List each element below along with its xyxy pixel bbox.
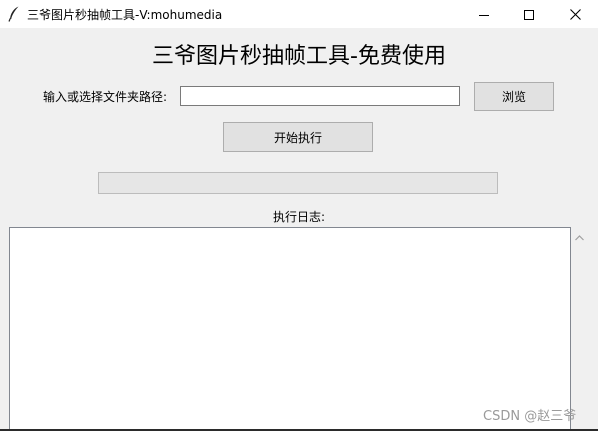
- window-title: 三爷图片秒抽帧工具-V:mohumedia: [27, 8, 223, 22]
- feather-icon: [8, 6, 20, 22]
- maximize-icon: [524, 5, 534, 24]
- log-textarea[interactable]: [9, 227, 571, 431]
- watermark: CSDN @赵三爷: [483, 409, 577, 424]
- page-title: 三爷图片秒抽帧工具-免费使用: [152, 44, 446, 69]
- minimize-icon: [479, 5, 489, 24]
- minimize-button[interactable]: [461, 0, 507, 28]
- app-window: 三爷图片秒抽帧工具-V:mohumedia 三爷图片秒抽帧工具-免费使用 输入或…: [0, 0, 598, 431]
- close-button[interactable]: [552, 0, 598, 28]
- folder-path-input[interactable]: [180, 86, 460, 106]
- start-button[interactable]: 开始执行: [223, 122, 373, 152]
- maximize-button[interactable]: [506, 0, 552, 28]
- log-label: 执行日志:: [272, 210, 326, 224]
- scroll-up-button[interactable]: [571, 227, 588, 244]
- progress-bar: [98, 172, 498, 194]
- log-scrollbar[interactable]: [571, 227, 588, 431]
- folder-path-label: 输入或选择文件夹路径:: [43, 90, 168, 104]
- title-bar: 三爷图片秒抽帧工具-V:mohumedia: [0, 0, 598, 28]
- chevron-up-icon: [575, 226, 584, 245]
- close-icon: [569, 5, 581, 24]
- browse-button[interactable]: 浏览: [474, 82, 554, 111]
